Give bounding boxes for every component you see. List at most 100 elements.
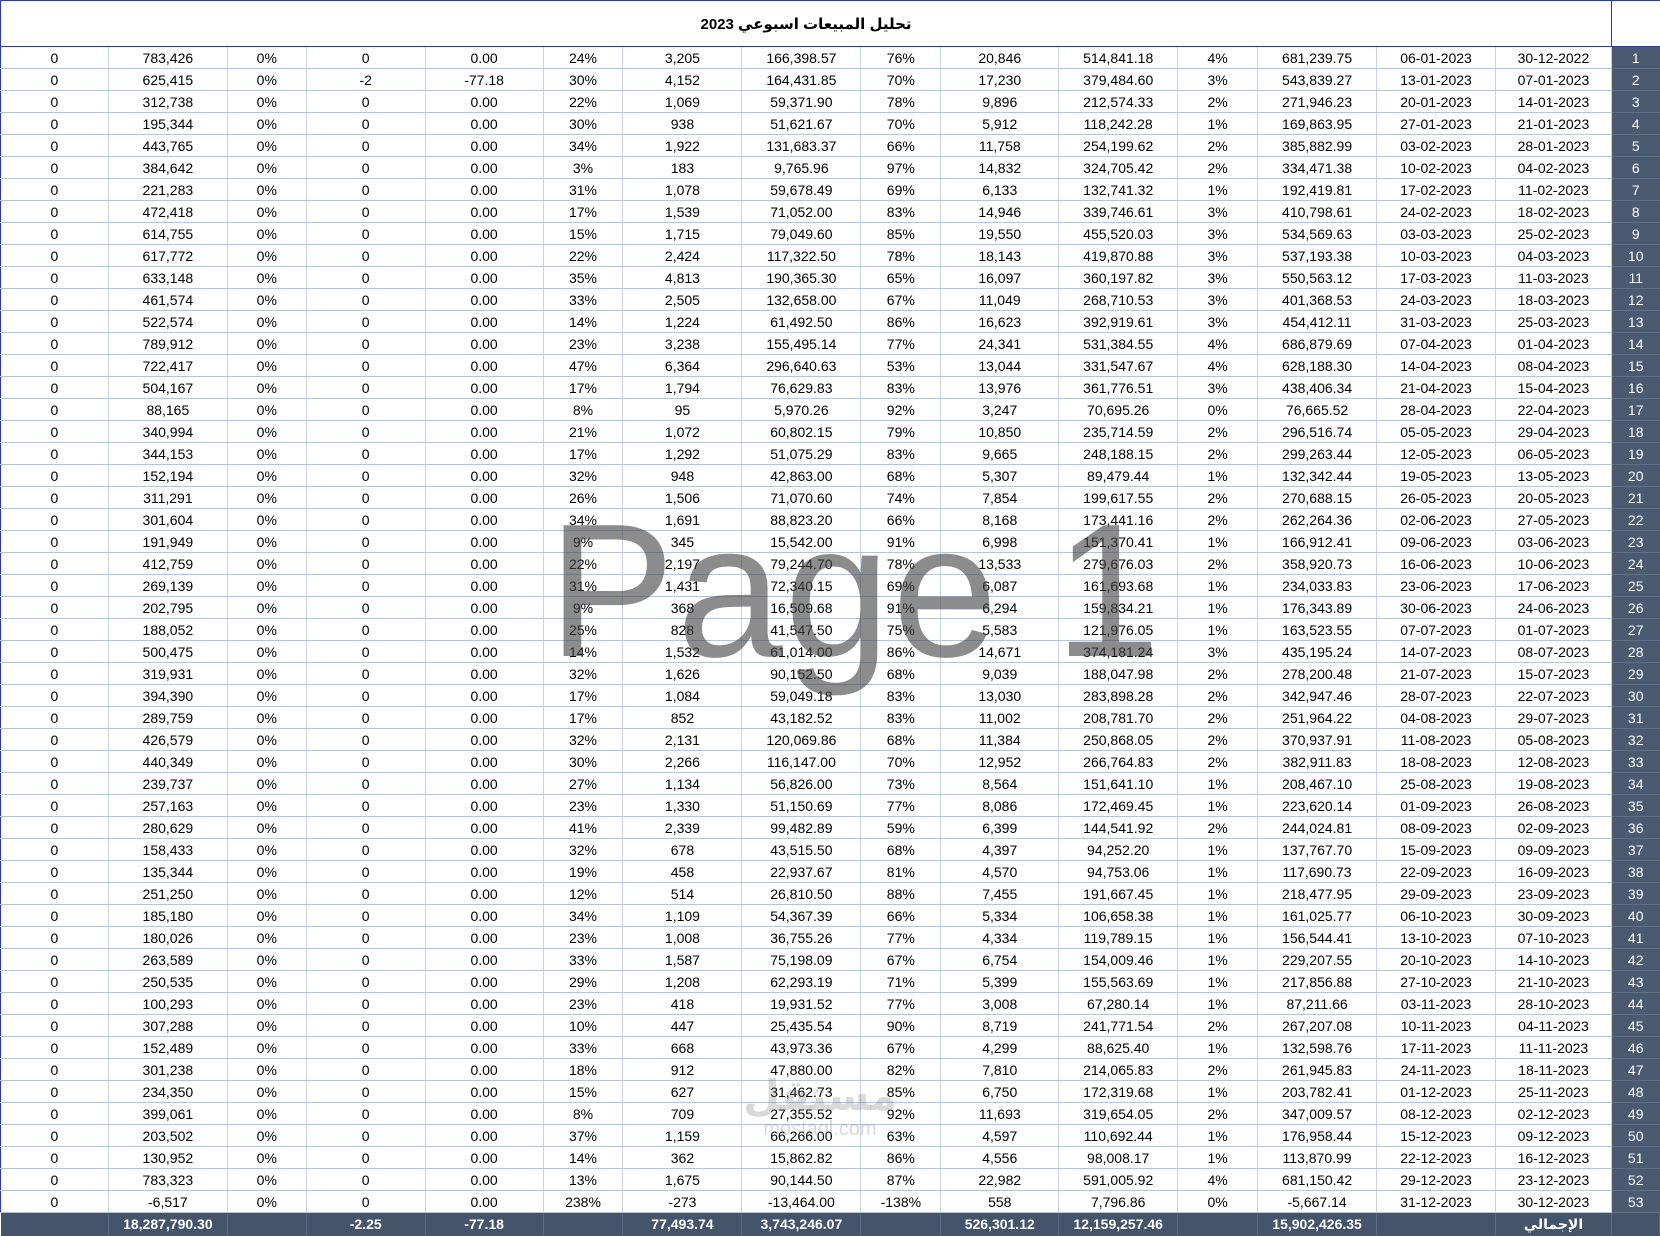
cell-col-j[interactable]: 8,564	[940, 772, 1060, 795]
cell-col-h[interactable]: 41,547.50	[741, 618, 862, 641]
cell-col-j[interactable]: 14,671	[940, 640, 1060, 663]
cell-col-n[interactable]: 24-03-2023	[1376, 288, 1496, 311]
cell-col-c[interactable]: 0%	[227, 684, 307, 707]
cell-col-h[interactable]: 31,462.73	[741, 1080, 862, 1103]
cell-col-o[interactable]: 14-10-2023	[1495, 948, 1612, 971]
cell-col-d[interactable]: 0	[306, 1080, 426, 1103]
cell-col-c[interactable]: 0%	[227, 926, 307, 949]
cell-col-n[interactable]: 31-03-2023	[1376, 310, 1496, 333]
row-number-cell[interactable]: 46	[1611, 1036, 1660, 1059]
cell-col-a[interactable]: 0	[0, 200, 109, 223]
cell-col-e[interactable]: 0.00	[425, 530, 544, 553]
cell-col-b[interactable]: 280,629	[108, 816, 228, 839]
cell-col-h[interactable]: 90,152.50	[741, 662, 862, 685]
cell-col-a[interactable]: 0	[0, 156, 109, 179]
cell-col-f[interactable]: 9%	[543, 530, 624, 553]
cell-col-l[interactable]: 3%	[1177, 222, 1259, 245]
cell-col-g[interactable]: 678	[622, 838, 743, 861]
cell-col-i[interactable]: 78%	[860, 244, 942, 267]
cell-col-d[interactable]: 0	[306, 750, 426, 773]
cell-col-e[interactable]: 0.00	[425, 948, 544, 971]
cell-col-f[interactable]: 30%	[543, 750, 624, 773]
cell-col-b[interactable]: 399,061	[108, 1102, 228, 1125]
cell-col-g[interactable]: 6,364	[622, 354, 743, 377]
cell-col-j[interactable]: 11,384	[940, 728, 1060, 751]
cell-col-n[interactable]: 07-07-2023	[1376, 618, 1496, 641]
cell-col-m[interactable]: 244,024.81	[1257, 816, 1378, 839]
cell-col-g[interactable]: 1,159	[622, 1124, 743, 1147]
cell-col-k[interactable]: 250,868.05	[1058, 728, 1179, 751]
cell-col-d[interactable]: 0	[306, 882, 426, 905]
cell-col-f[interactable]: 22%	[543, 90, 624, 113]
cell-col-o[interactable]: 29-07-2023	[1495, 706, 1612, 729]
cell-col-k[interactable]: 514,841.18	[1058, 47, 1179, 69]
cell-col-f[interactable]: 15%	[543, 222, 624, 245]
row-number-cell[interactable]: 5	[1611, 134, 1660, 157]
row-number-cell[interactable]: 43	[1611, 970, 1660, 993]
cell-col-f[interactable]: 27%	[543, 772, 624, 795]
cell-col-o[interactable]: 10-06-2023	[1495, 552, 1612, 575]
cell-col-m[interactable]: 271,946.23	[1257, 90, 1378, 113]
cell-col-e[interactable]: 0.00	[425, 244, 544, 267]
cell-col-k[interactable]: 159,834.21	[1058, 596, 1179, 619]
cell-col-k[interactable]: 279,676.03	[1058, 552, 1179, 575]
cell-col-n[interactable]: 20-10-2023	[1376, 948, 1496, 971]
cell-col-d[interactable]: 0	[306, 200, 426, 223]
cell-col-j[interactable]: 13,030	[940, 684, 1060, 707]
cell-col-k[interactable]: 212,574.33	[1058, 90, 1179, 113]
cell-col-f[interactable]: 31%	[543, 178, 624, 201]
cell-col-k[interactable]: 235,714.59	[1058, 420, 1179, 443]
cell-col-d[interactable]: 0	[306, 1146, 426, 1169]
cell-col-i[interactable]: 83%	[860, 376, 942, 399]
cell-col-a[interactable]: 0	[0, 662, 109, 685]
cell-col-h[interactable]: 76,629.83	[741, 376, 862, 399]
cell-col-o[interactable]: 06-05-2023	[1495, 442, 1612, 465]
cell-col-b[interactable]: 158,433	[108, 838, 228, 861]
cell-col-n[interactable]: 07-04-2023	[1376, 332, 1496, 355]
cell-col-h[interactable]: 61,492.50	[741, 310, 862, 333]
cell-col-i[interactable]: 70%	[860, 750, 942, 773]
cell-col-h[interactable]: 88,823.20	[741, 508, 862, 531]
cell-col-g[interactable]: 2,197	[622, 552, 743, 575]
cell-col-e[interactable]: 0.00	[425, 156, 544, 179]
cell-col-n[interactable]: 15-12-2023	[1376, 1124, 1496, 1147]
cell-col-i[interactable]: 86%	[860, 1146, 942, 1169]
cell-col-g[interactable]: 627	[622, 1080, 743, 1103]
cell-col-e[interactable]: 0.00	[425, 574, 544, 597]
cell-col-e[interactable]: 0.00	[425, 486, 544, 509]
cell-col-c[interactable]: 0%	[227, 90, 307, 113]
row-number-cell[interactable]: 39	[1611, 882, 1660, 905]
cell-col-b[interactable]: 202,795	[108, 596, 228, 619]
cell-col-a[interactable]: 0	[0, 90, 109, 113]
cell-col-k[interactable]: 374,181.24	[1058, 640, 1179, 663]
cell-col-l[interactable]: 2%	[1177, 1014, 1259, 1037]
cell-col-k[interactable]: 361,776.51	[1058, 376, 1179, 399]
cell-col-d[interactable]: 0	[306, 112, 426, 135]
cell-col-k[interactable]: 173,441.16	[1058, 508, 1179, 531]
cell-col-g[interactable]: 948	[622, 464, 743, 487]
cell-col-m[interactable]: 435,195.24	[1257, 640, 1378, 663]
cell-col-j[interactable]: 5,334	[940, 904, 1060, 927]
row-number-cell[interactable]: 42	[1611, 948, 1660, 971]
cell-col-a[interactable]: 0	[0, 376, 109, 399]
cell-col-k[interactable]: 94,252.20	[1058, 838, 1179, 861]
cell-col-o[interactable]: 23-09-2023	[1495, 882, 1612, 905]
cell-col-m[interactable]: 410,798.61	[1257, 200, 1378, 223]
cell-col-e[interactable]: 0.00	[425, 1146, 544, 1169]
cell-col-a[interactable]: 0	[0, 728, 109, 751]
cell-col-a[interactable]: 0	[0, 310, 109, 333]
cell-col-h[interactable]: 99,482.89	[741, 816, 862, 839]
cell-col-d[interactable]: 0	[306, 47, 426, 69]
cell-col-f[interactable]: 34%	[543, 904, 624, 927]
cell-col-i[interactable]: 66%	[860, 904, 942, 927]
cell-col-m[interactable]: 299,263.44	[1257, 442, 1378, 465]
cell-col-c[interactable]: 0%	[227, 200, 307, 223]
cell-col-g[interactable]: 828	[622, 618, 743, 641]
cell-col-a[interactable]: 0	[0, 288, 109, 311]
cell-col-b[interactable]: 239,737	[108, 772, 228, 795]
cell-col-d[interactable]: 0	[306, 90, 426, 113]
cell-col-f[interactable]: 9%	[543, 596, 624, 619]
cell-col-k[interactable]: 119,789.15	[1058, 926, 1179, 949]
cell-col-b[interactable]: 191,949	[108, 530, 228, 553]
cell-col-g[interactable]: 1,109	[622, 904, 743, 927]
